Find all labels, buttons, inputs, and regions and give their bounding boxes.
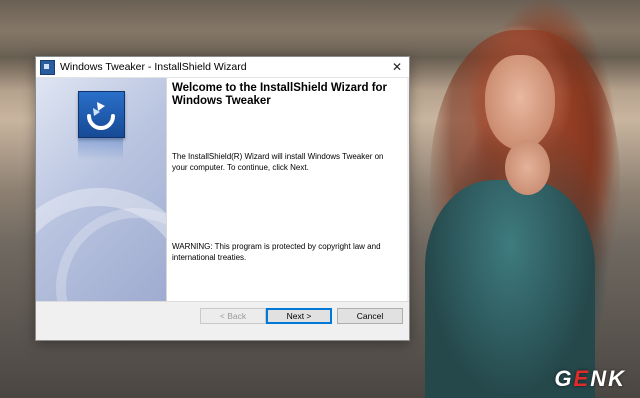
watermark-logo: GENK [554,366,626,392]
installshield-icon [40,59,55,75]
cancel-button[interactable]: Cancel [337,308,403,324]
close-button[interactable]: ✕ [385,57,409,77]
title-bar[interactable]: Windows Tweaker - InstallShield Wizard ✕ [36,57,409,78]
watermark-accent: E [573,366,591,391]
install-description: The InstallShield(R) Wizard will install… [172,152,384,172]
watermark-prefix: G [554,366,574,391]
watermark-suffix: NK [590,366,626,391]
window-title: Windows Tweaker - InstallShield Wizard [60,61,247,73]
wallpaper-face [485,55,555,150]
wizard-content-panel: Welcome to the InstallShield Wizard for … [166,78,407,302]
welcome-heading: Welcome to the InstallShield Wizard for … [172,82,388,107]
installshield-window: Windows Tweaker - InstallShield Wizard ✕… [35,56,410,341]
next-button[interactable]: Next > [266,308,332,324]
wallpaper-hand [505,140,550,195]
wizard-side-panel [36,78,166,302]
wizard-body: Welcome to the InstallShield Wizard for … [36,78,409,302]
wizard-footer: < Back Next > Cancel [36,301,409,340]
installshield-logo-icon [78,91,125,138]
logo-reflection [78,138,123,160]
copyright-warning: WARNING: This program is protected by co… [172,242,381,262]
back-button[interactable]: < Back [200,308,266,324]
